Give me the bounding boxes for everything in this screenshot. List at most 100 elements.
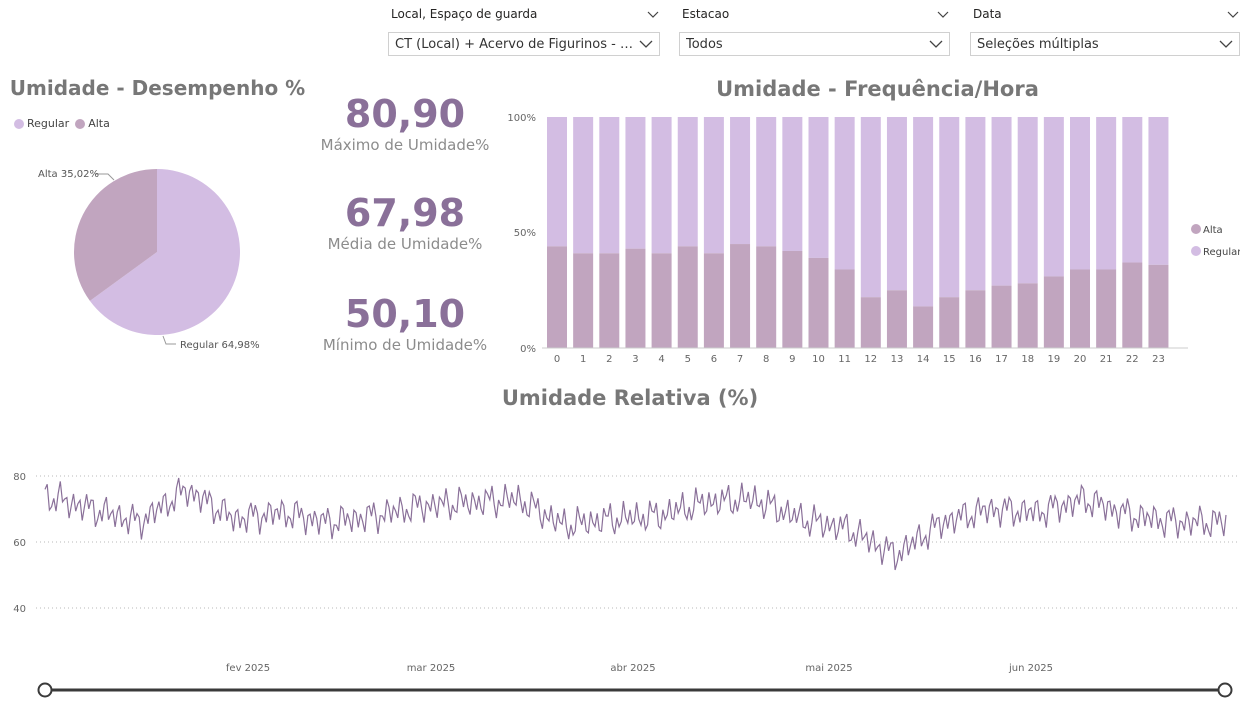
date-range-slider[interactable] [30,678,1240,702]
bar-alta[interactable] [677,246,698,348]
chevron-down-icon [929,40,943,48]
y-tick-label: 60 [13,538,26,549]
bar-regular[interactable] [547,117,567,247]
legend-item-regular[interactable]: Regular [14,117,69,130]
slider-handle-start[interactable] [37,682,53,698]
line-chart-title: Umidade Relativa (%) [501,386,759,410]
bar-alta[interactable] [547,246,567,348]
bar-alta[interactable] [808,257,829,348]
bar-regular[interactable] [1122,117,1143,263]
bar-alta[interactable] [860,297,881,348]
legend-item-alta[interactable]: Alta [75,117,110,130]
pie-label-alta: Alta 35,02% [38,169,99,180]
slicer-local-label: Local, Espaço de guarda [391,7,538,21]
slicer-local-dropdown[interactable]: CT (Local) + Acervo de Figurinos - Mezan… [388,32,660,56]
x-tick-label: fev 2025 [226,663,270,674]
slicer-data-dropdown[interactable]: Seleções múltiplas [970,32,1240,56]
legend-label-regular[interactable]: Regular [1203,247,1240,258]
bar-regular[interactable] [1017,117,1038,284]
bar-regular[interactable] [1096,117,1117,270]
bar-regular[interactable] [756,117,777,247]
bar-regular[interactable] [939,117,960,298]
bar-alta[interactable] [703,253,724,348]
legend-label-alta[interactable]: Alta [1203,225,1223,236]
bar-legend: Alta Regular [1191,224,1240,258]
legend-dot-regular [14,118,24,129]
chevron-down-icon[interactable] [646,9,660,19]
x-tick-label: 4 [658,354,664,365]
bar-alta[interactable] [1017,283,1038,348]
legend-dot-regular [1191,246,1201,256]
chevron-down-icon[interactable] [1226,9,1240,19]
line-chart[interactable]: 80 60 40 fev 2025 mar 2025 abr 2025 mai … [0,460,1240,680]
bar-alta[interactable] [991,285,1012,348]
bar-alta[interactable] [834,269,855,348]
bar-alta[interactable] [1070,269,1090,348]
bar-alta[interactable] [651,253,672,348]
bar-alta[interactable] [730,244,751,348]
slicer-local: Local, Espaço de guarda CT (Local) + Ace… [388,7,660,56]
slicer-estacao-label: Estacao [682,7,730,21]
legend-label: Regular [27,117,70,130]
kpi-value-min: 50,10 [344,292,466,336]
y-tick-label: 80 [13,472,26,483]
bar-regular[interactable] [991,117,1012,286]
bar-alta[interactable] [625,248,646,348]
x-tick-label: mar 2025 [407,663,456,674]
bar-alta[interactable] [1096,269,1117,348]
x-tick-label: 5 [685,354,691,365]
pie-chart[interactable]: Alta 35,02% Regular 64,98% [0,140,300,360]
bar-regular[interactable] [965,117,986,291]
x-tick-label: 8 [763,354,769,365]
line-series[interactable] [44,477,1227,571]
bar-alta[interactable] [1148,264,1169,348]
y-tick-label: 50% [514,228,536,239]
bar-alta[interactable] [573,253,594,348]
pie-label-regular: Regular 64,98% [180,340,260,351]
bar-regular[interactable] [913,117,934,307]
x-tick-label: 17 [995,354,1008,365]
x-tick-label: jun 2025 [1008,663,1053,674]
bar-chart-title: Umidade - Frequência/Hora [716,77,1039,101]
x-tick-label: 23 [1152,354,1165,365]
bar-regular[interactable] [1043,117,1064,277]
bar-chart[interactable]: 100% 50% 0% 0 1 2 3 4 5 6 7 8 9 10 11 12 13 14 15 16 17 18… [500,105,1240,370]
bar-regular[interactable] [808,117,829,258]
x-tick-label: 12 [864,354,877,365]
slicer-estacao: Estacao Todos [679,7,950,56]
bar-regular[interactable] [834,117,855,270]
bar-alta[interactable] [1122,262,1143,348]
bar-regular[interactable] [730,117,751,245]
y-tick-label: 40 [13,604,26,615]
bar-alta[interactable] [1043,276,1064,348]
bar-alta[interactable] [913,306,934,348]
bar-regular[interactable] [677,117,698,247]
x-tick-label: 21 [1100,354,1113,365]
bar-series-group: 0 1 2 3 4 5 6 7 8 9 10 11 12 13 14 15 16 17 18 19 20 21 22 23 [542,117,1188,365]
bar-regular[interactable] [651,117,672,254]
bar-alta[interactable] [965,290,986,348]
slicer-data-value: Seleções múltiplas [977,36,1099,52]
bar-alta[interactable] [886,290,907,348]
bar-alta[interactable] [599,253,620,348]
chevron-down-icon[interactable] [936,9,950,19]
bar-regular[interactable] [573,117,594,254]
bar-regular[interactable] [1148,117,1169,265]
pie-legend: Regular Alta [14,117,110,130]
kpi-value-avg: 67,98 [344,191,466,235]
bar-regular[interactable] [599,117,620,254]
slider-handle-end[interactable] [1217,682,1233,698]
x-tick-label: 18 [1021,354,1034,365]
bar-alta[interactable] [756,246,777,348]
bar-alta[interactable] [782,250,803,348]
bar-regular[interactable] [703,117,724,254]
bar-regular[interactable] [625,117,646,249]
slicer-estacao-dropdown[interactable]: Todos [679,32,950,56]
bar-regular[interactable] [782,117,803,251]
x-tick-label: 2 [606,354,612,365]
slicer-local-value: CT (Local) + Acervo de Figurinos - Mezan… [395,36,639,52]
bar-regular[interactable] [860,117,881,298]
bar-regular[interactable] [886,117,907,291]
bar-regular[interactable] [1070,117,1090,270]
bar-alta[interactable] [939,297,960,348]
